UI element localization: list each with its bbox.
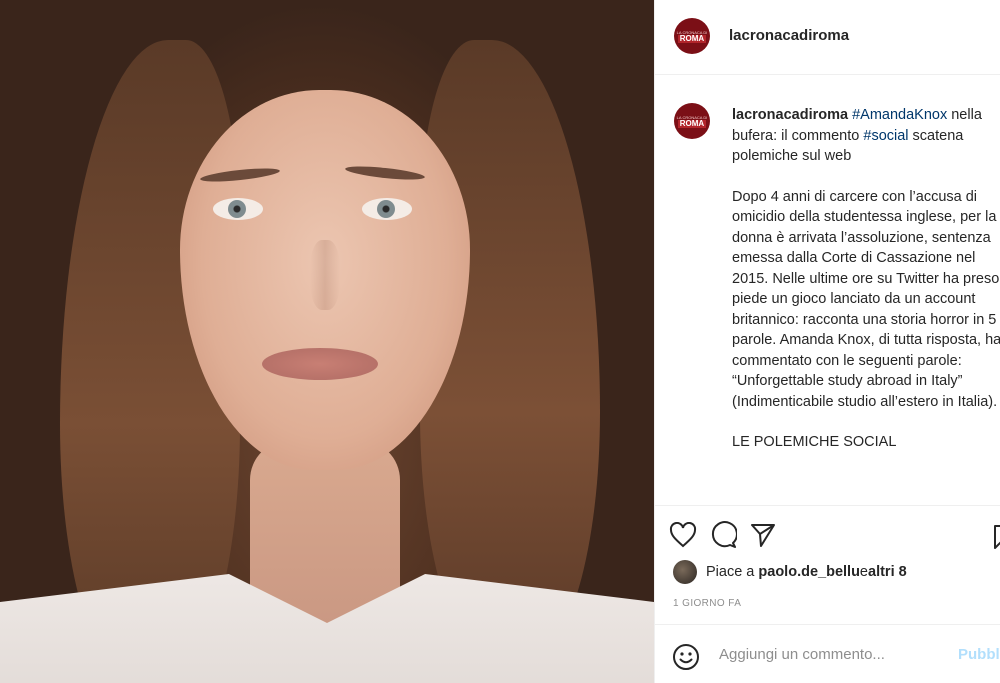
post-header: LA CRONACA DI ROMA lacronacadiroma xyxy=(655,0,1000,75)
caption-paragraph-2: Dopo 4 anni di carcere con l’accusa di o… xyxy=(732,188,1000,410)
caption-text: lacronacadiroma #AmandaKnox nella bufera… xyxy=(732,105,1000,473)
photo-nose xyxy=(310,240,340,310)
caption-paragraph-1: lacronacadiroma #AmandaKnox nella bufera… xyxy=(732,105,1000,167)
bookmark-icon[interactable] xyxy=(993,524,1000,555)
comment-icon[interactable] xyxy=(709,521,737,549)
share-icon[interactable] xyxy=(749,521,777,549)
caption-paragraph-3: LE POLEMICHE SOCIAL xyxy=(732,434,897,450)
photo-eye-right xyxy=(362,198,412,220)
action-icons xyxy=(669,520,777,550)
post-side-panel: LA CRONACA DI ROMA lacronacadiroma LA CR… xyxy=(654,0,1000,683)
actions-section: Piace a paolo.de_bellu e altri 8 1 GIORN… xyxy=(655,505,1000,683)
header-username[interactable]: lacronacadiroma xyxy=(729,27,849,44)
liker-avatar[interactable] xyxy=(673,560,697,584)
post-view: LA CRONACA DI ROMA lacronacadiroma LA CR… xyxy=(0,0,1000,683)
emoji-icon[interactable] xyxy=(672,643,700,676)
publish-button[interactable]: Pubblica xyxy=(958,646,1000,663)
likes-line: Piace a paolo.de_bellu e altri 8 xyxy=(673,560,907,584)
post-photo[interactable] xyxy=(0,0,654,683)
caption-section: LA CRONACA DI ROMA lacronacadiroma #Aman… xyxy=(655,75,1000,505)
post-timestamp[interactable]: 1 GIORNO FA xyxy=(673,598,741,609)
hashtag-social[interactable]: #social xyxy=(863,128,908,144)
avatar-main-text: ROMA xyxy=(677,33,707,43)
comment-bar: Aggiungi un commento... Pubblica xyxy=(655,624,1000,683)
likes-others[interactable]: altri 8 xyxy=(868,564,907,580)
likes-middle: e xyxy=(859,564,868,580)
hashtag-amandaknox[interactable]: #AmandaKnox xyxy=(852,107,947,123)
photo-eye-left xyxy=(213,198,263,220)
caption-username[interactable]: lacronacadiroma xyxy=(732,107,848,123)
avatar-main-text: ROMA xyxy=(677,118,707,128)
heart-icon[interactable] xyxy=(669,522,697,548)
avatar[interactable]: LA CRONACA DI ROMA xyxy=(674,18,710,54)
liker-username[interactable]: paolo.de_bellu xyxy=(758,564,860,580)
comment-input[interactable]: Aggiungi un commento... xyxy=(719,646,885,663)
photo-lips xyxy=(262,348,378,380)
likes-prefix: Piace a xyxy=(706,564,755,580)
caption-avatar[interactable]: LA CRONACA DI ROMA xyxy=(674,103,710,139)
